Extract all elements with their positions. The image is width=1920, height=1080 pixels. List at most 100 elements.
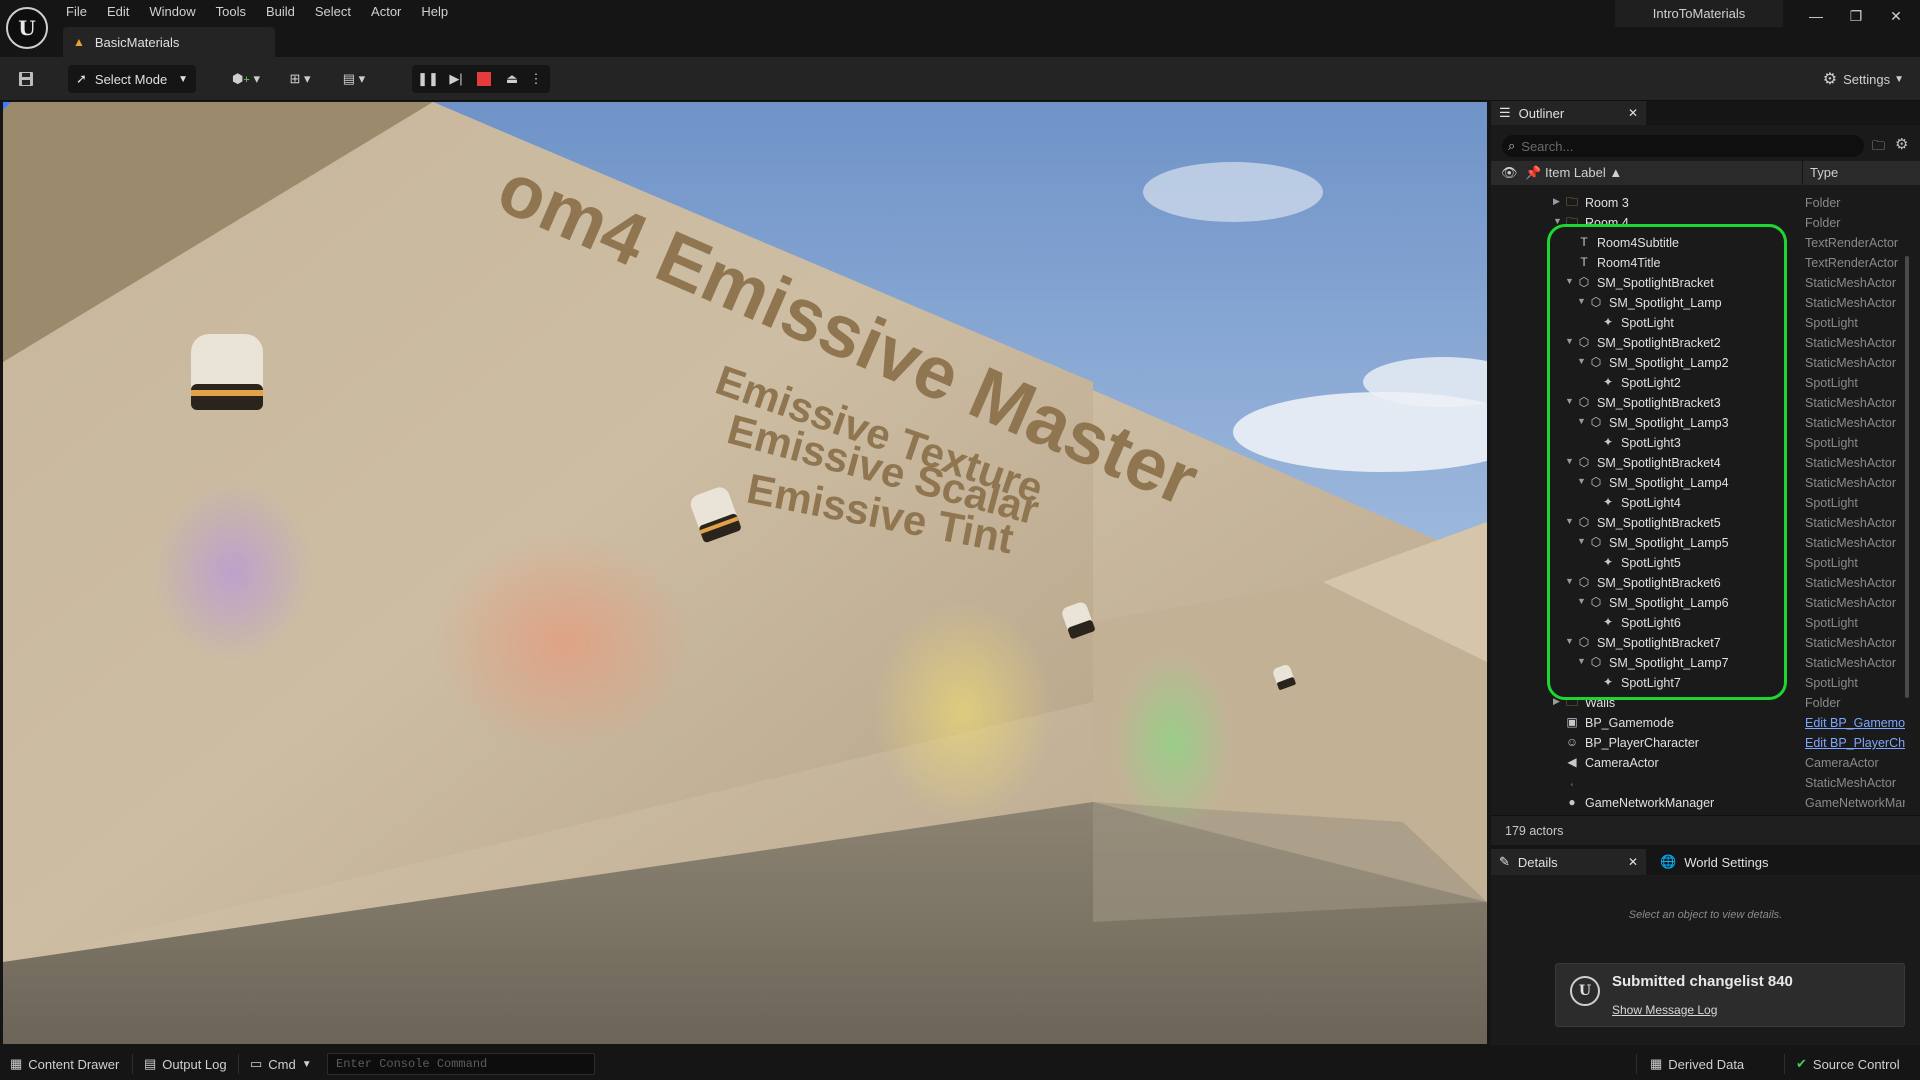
add-folder-icon[interactable]: 🗀 (1872, 137, 1885, 159)
collapse-arrow-icon[interactable]: ▶ (1553, 196, 1560, 207)
pin-icon[interactable]: 📌 (1525, 165, 1541, 181)
cmd-dropdown[interactable]: ▭ Cmd ▼ (250, 1048, 312, 1080)
outliner-row[interactable]: ▼ ⬡ SM_Spotlight_Lamp6 StaticMeshActor (1491, 593, 1911, 613)
play-controls: ❚❚ ▶| ⏏ ⋮ (412, 65, 550, 93)
more-options-button[interactable]: ⋮ (526, 65, 546, 93)
outliner-row[interactable]: ▼ ⬡ SM_SpotlightBracket4 StaticMeshActor (1491, 453, 1911, 473)
outliner-row[interactable]: ▼ ⬡ SM_SpotlightBracket2 StaticMeshActor (1491, 333, 1911, 353)
pause-button[interactable]: ❚❚ (416, 65, 440, 93)
outliner-search-input[interactable] (1521, 138, 1842, 154)
cinematics-button[interactable]: ▤ ▾ (334, 65, 374, 93)
row-type: GameNetworkManager (1805, 796, 1905, 810)
outliner-row[interactable]: ✦ SpotLight5 SpotLight (1491, 553, 1911, 573)
outliner-scrollbar[interactable] (1905, 256, 1909, 698)
outliner-search[interactable]: ⌕ (1502, 135, 1864, 157)
expand-arrow-icon[interactable]: ▼ (1565, 456, 1574, 466)
outliner-row[interactable]: ▼ ⬡ SM_SpotlightBracket3 StaticMeshActor (1491, 393, 1911, 413)
minimize-button[interactable]: — (1796, 4, 1836, 28)
close-icon[interactable]: ✕ (1628, 106, 1638, 120)
outliner-row[interactable]: ▶ 🗀 Room 3 Folder (1491, 193, 1911, 213)
console-command-box[interactable] (327, 1053, 595, 1075)
type-column-header[interactable]: Type (1810, 165, 1838, 180)
blueprint-button[interactable]: ⊞ ▾ (280, 65, 320, 93)
menu-select[interactable]: Select (305, 0, 361, 24)
expand-arrow-icon[interactable]: ▼ (1553, 216, 1562, 226)
eject-button[interactable]: ⏏ (500, 65, 524, 93)
tab-world-settings[interactable]: 🌐 World Settings (1652, 849, 1812, 875)
outliner-row[interactable]: ▼ ⬡ SM_Spotlight_Lamp4 StaticMeshActor (1491, 473, 1911, 493)
outliner-row[interactable]: ▼ ⬡ SM_Spotlight_Lamp2 StaticMeshActor (1491, 353, 1911, 373)
output-log-button[interactable]: ▤ Output Log (144, 1048, 227, 1080)
outliner-row[interactable]: ▼ 🗀 Room 4 Folder (1491, 213, 1911, 233)
expand-arrow-icon[interactable]: ▼ (1565, 516, 1574, 526)
unreal-logo-icon[interactable]: U (6, 7, 48, 49)
console-command-input[interactable] (328, 1054, 594, 1074)
menu-file[interactable]: File (56, 0, 97, 24)
expand-arrow-icon[interactable]: ▼ (1577, 596, 1586, 606)
outliner-row[interactable]: ▶ 🗀 Walls Folder (1491, 693, 1911, 713)
collapse-arrow-icon[interactable]: ▶ (1553, 696, 1560, 707)
edit-blueprint-link[interactable]: Edit BP_Gamemode (1805, 716, 1905, 730)
expand-arrow-icon[interactable]: ▼ (1577, 476, 1586, 486)
expand-arrow-icon[interactable]: ▼ (1565, 636, 1574, 646)
close-window-button[interactable]: ✕ (1876, 4, 1916, 28)
outliner-row[interactable]: ✦ SpotLight6 SpotLight (1491, 613, 1911, 633)
item-label-column[interactable]: Item Label ▲ (1545, 165, 1622, 180)
outliner-row[interactable]: ● GameNetworkManager GameNetworkManager (1491, 793, 1911, 813)
level-tab[interactable]: ▲ BasicMaterials (63, 27, 275, 57)
visibility-eye-icon[interactable]: 👁 (1501, 165, 1518, 181)
show-message-log-link[interactable]: Show Message Log (1612, 1003, 1717, 1017)
expand-arrow-icon[interactable]: ▼ (1577, 416, 1586, 426)
outliner-row[interactable]: ✦ SpotLight3 SpotLight (1491, 433, 1911, 453)
expand-arrow-icon[interactable]: ▼ (1577, 296, 1586, 306)
outliner-row[interactable]: ✦ SpotLight SpotLight (1491, 313, 1911, 333)
outliner-row[interactable]: ▼ ⬡ SM_Spotlight_Lamp StaticMeshActor (1491, 293, 1911, 313)
tab-details[interactable]: ✎ Details ✕ (1491, 849, 1646, 875)
outliner-row[interactable]: T Room4Title TextRenderActor (1491, 253, 1911, 273)
outliner-row[interactable]: ✦ SpotLight7 SpotLight (1491, 673, 1911, 693)
derived-data-button[interactable]: ▦ Derived Data (1650, 1048, 1744, 1080)
outliner-row[interactable]: ▼ ⬡ SM_SpotlightBracket StaticMeshActor (1491, 273, 1911, 293)
menu-build[interactable]: Build (256, 0, 305, 24)
settings-button[interactable]: ⚙ Settings ▼ (1823, 65, 1904, 93)
source-control-button[interactable]: ✔ Source Control (1796, 1048, 1900, 1080)
outliner-row[interactable]: ▼ ⬡ SM_Spotlight_Lamp3 StaticMeshActor (1491, 413, 1911, 433)
expand-arrow-icon[interactable]: ▼ (1577, 356, 1586, 366)
expand-arrow-icon[interactable]: ▼ (1565, 396, 1574, 406)
select-mode-dropdown[interactable]: ➚ Select Mode ▼ (68, 65, 196, 93)
outliner-row[interactable]: ☺ BP_PlayerCharacter Edit BP_PlayerCharact… (1491, 733, 1911, 753)
outliner-row[interactable]: ✦ SpotLight2 SpotLight (1491, 373, 1911, 393)
add-actor-button[interactable]: ⬢+ ▾ (226, 65, 266, 93)
restore-button[interactable]: ❐ (1836, 4, 1876, 28)
outliner-row[interactable]: ▼ ⬡ SM_SpotlightBracket7 StaticMeshActor (1491, 633, 1911, 653)
expand-arrow-icon[interactable]: ▼ (1565, 336, 1574, 346)
close-icon[interactable]: ✕ (1628, 855, 1638, 869)
expand-arrow-icon[interactable]: ▼ (1565, 276, 1574, 286)
expand-arrow-icon[interactable]: ▼ (1577, 536, 1586, 546)
outliner-row[interactable]: ▼ ⬡ SM_Spotlight_Lamp7 StaticMeshActor (1491, 653, 1911, 673)
outliner-row[interactable]: ▼ ⬡ SM_Spotlight_Lamp5 StaticMeshActor (1491, 533, 1911, 553)
expand-arrow-icon[interactable]: ▼ (1565, 576, 1574, 586)
outliner-row[interactable]: T Room4Subtitle TextRenderActor (1491, 233, 1911, 253)
outliner-tab[interactable]: ☰ Outliner ✕ (1491, 101, 1646, 125)
menu-edit[interactable]: Edit (97, 0, 139, 24)
menu-tools[interactable]: Tools (206, 0, 256, 24)
level-viewport[interactable]: om4 Emissive Master Emissive Texture Emi… (3, 102, 1487, 1044)
expand-arrow-icon[interactable]: ▼ (1577, 656, 1586, 666)
save-icon[interactable] (14, 65, 38, 93)
outliner-row[interactable]: ✦ SpotLight4 SpotLight (1491, 493, 1911, 513)
static-mesh-icon: ⬡ (1578, 515, 1590, 529)
stop-button[interactable] (472, 65, 496, 93)
outliner-row[interactable]: ▼ ⬡ SM_SpotlightBracket5 StaticMeshActor (1491, 513, 1911, 533)
menu-window[interactable]: Window (139, 0, 205, 24)
outliner-row[interactable]: ▼ ⬡ SM_SpotlightBracket6 StaticMeshActor (1491, 573, 1911, 593)
outliner-row[interactable]: ▣ BP_Gamemode Edit BP_Gamemode (1491, 713, 1911, 733)
step-button[interactable]: ▶| (444, 65, 468, 93)
content-drawer-button[interactable]: ▦ Content Drawer (10, 1048, 119, 1080)
menu-actor[interactable]: Actor (361, 0, 411, 24)
edit-blueprint-link[interactable]: Edit BP_PlayerCharacter (1805, 736, 1905, 750)
gear-icon[interactable]: ⚙ (1895, 135, 1908, 153)
outliner-row[interactable]: ◀ CameraActor CameraActor (1491, 753, 1911, 773)
menu-help[interactable]: Help (411, 0, 458, 24)
outliner-row[interactable]: ˓ StaticMeshActor (1491, 773, 1911, 793)
